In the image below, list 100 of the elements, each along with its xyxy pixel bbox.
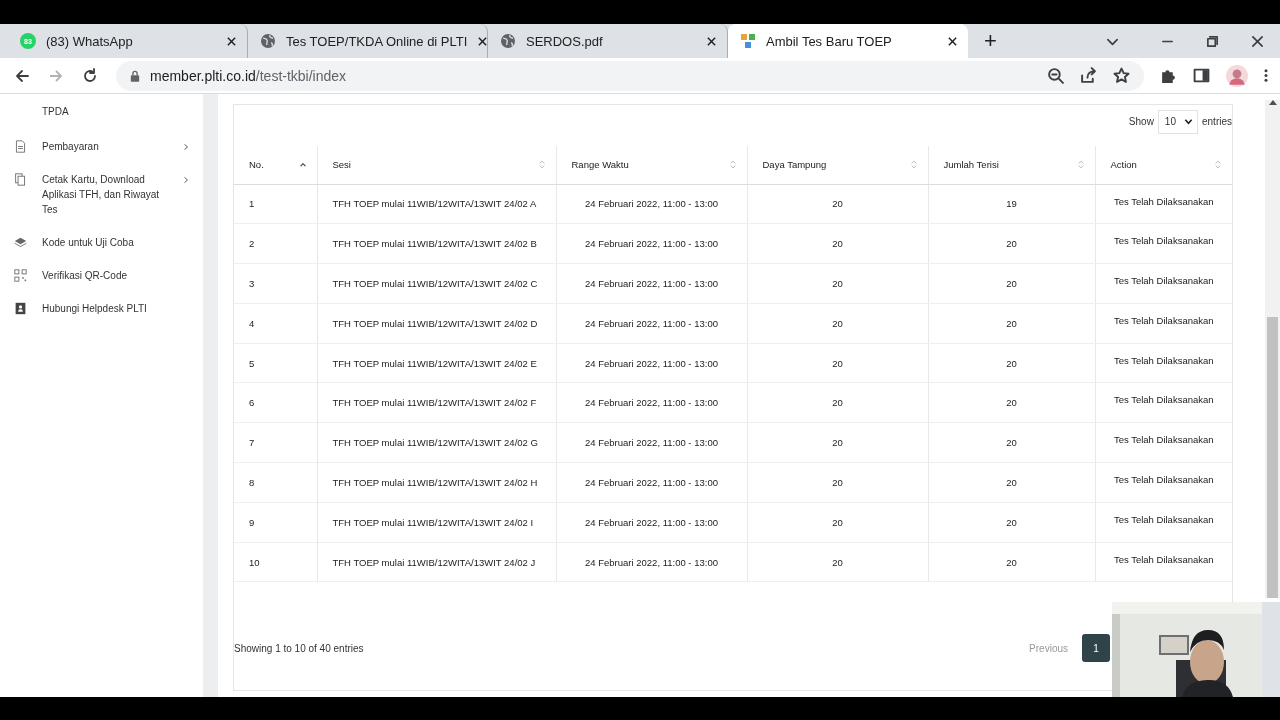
table-cell: TFH TOEP mulai 11WIB/12WITA/13WIT 24/02 I — [317, 502, 556, 543]
table-cell: 20 — [928, 422, 1095, 463]
page-button[interactable]: 1 — [1082, 634, 1110, 662]
layers-icon — [14, 236, 27, 249]
sidebar-item[interactable]: Cetak Kartu, Download Aplikasi TFH, dan Riwayat Tes — [0, 172, 203, 217]
contact-book-icon — [14, 302, 27, 315]
sidebar-item[interactable]: TPDA — [0, 104, 203, 119]
table-cell: 2 — [234, 223, 317, 264]
table-cell: 24 Februari 2022, 11:00 - 13:00 — [556, 542, 747, 582]
length-label: entries — [1202, 116, 1232, 127]
table-cell: TFH TOEP mulai 11WIB/12WITA/13WIT 24/02 H — [317, 462, 556, 503]
column-header[interactable]: Daya Tampung — [747, 146, 928, 184]
table-cell: 20 — [747, 263, 928, 304]
restore-icon[interactable] — [1206, 34, 1219, 48]
table-info: Showing 1 to 10 of 40 entries — [234, 642, 364, 654]
column-header[interactable]: Jumlah Terisi — [928, 146, 1095, 184]
table-cell: 20 — [747, 184, 928, 224]
table-cell: 8 — [234, 462, 317, 503]
avatar-icon[interactable] — [1226, 64, 1248, 87]
column-header[interactable]: Range Waktu — [556, 146, 747, 184]
table-cell: 24 Februari 2022, 11:00 - 13:00 — [556, 422, 747, 463]
zoom-out-icon[interactable] — [1047, 67, 1064, 84]
browser-tab[interactable]: Ambil Tes Baru TOEP — [728, 24, 968, 58]
table-cell: 20 — [928, 383, 1095, 423]
back-icon[interactable] — [14, 67, 30, 84]
table-cell: 24 Februari 2022, 11:00 - 13:00 — [556, 383, 747, 423]
table-cell: TFH TOEP mulai 11WIB/12WITA/13WIT 24/02 J — [317, 542, 556, 582]
table-cell: 24 Februari 2022, 11:00 - 13:00 — [556, 462, 747, 503]
table-cell: 6 — [234, 383, 317, 423]
table-cell: 20 — [928, 303, 1095, 344]
close-icon[interactable] — [1251, 34, 1264, 48]
tiles-icon — [740, 33, 756, 49]
table-cell: 20 — [928, 502, 1095, 543]
table-cell: TFH TOEP mulai 11WIB/12WITA/13WIT 24/02 B — [317, 223, 556, 264]
table-cell: TFH TOEP mulai 11WIB/12WITA/13WIT 24/02 D — [317, 303, 556, 344]
table-cell: 24 Februari 2022, 11:00 - 13:00 — [556, 303, 747, 344]
table-cell: Tes Telah Dilaksanakan — [1095, 184, 1232, 224]
more-icon[interactable] — [1264, 68, 1268, 83]
table-cell: 7 — [234, 422, 317, 463]
table-cell: TFH TOEP mulai 11WIB/12WITA/13WIT 24/02 A — [317, 184, 556, 224]
table-cell: 20 — [747, 303, 928, 344]
copy-icon — [14, 173, 27, 186]
table-cell: 20 — [747, 343, 928, 383]
table-cell: 9 — [234, 502, 317, 543]
close-icon[interactable] — [706, 35, 717, 47]
table-cell: 19 — [928, 184, 1095, 224]
table-cell: 1 — [234, 184, 317, 224]
star-icon[interactable] — [1113, 67, 1130, 84]
scrollbar[interactable] — [1265, 100, 1280, 598]
sidebar-item[interactable]: Pembayaran — [0, 139, 203, 154]
table-cell: 20 — [747, 542, 928, 582]
table-cell: Tes Telah Dilaksanakan — [1095, 263, 1232, 304]
table-cell: 20 — [747, 502, 928, 543]
table-cell: 24 Februari 2022, 11:00 - 13:00 — [556, 184, 747, 224]
close-icon[interactable] — [226, 35, 237, 47]
length-label: Show — [1128, 116, 1154, 127]
puzzle-icon[interactable] — [1160, 67, 1177, 84]
table-cell: Tes Telah Dilaksanakan — [1095, 422, 1232, 463]
table-cell: Tes Telah Dilaksanakan — [1095, 343, 1232, 383]
share-icon[interactable] — [1080, 67, 1097, 84]
column-header[interactable]: Action — [1095, 146, 1232, 184]
table-cell: 5 — [234, 343, 317, 383]
table-cell: 24 Februari 2022, 11:00 - 13:00 — [556, 343, 747, 383]
side-panel-icon[interactable] — [1193, 67, 1210, 84]
column-header[interactable]: No. — [234, 146, 317, 184]
table-cell: Tes Telah Dilaksanakan — [1095, 542, 1232, 582]
table-cell: TFH TOEP mulai 11WIB/12WITA/13WIT 24/02 C — [317, 263, 556, 304]
table-cell: 4 — [234, 303, 317, 344]
column-header[interactable]: Sesi — [317, 146, 556, 184]
table-cell: Tes Telah Dilaksanakan — [1095, 502, 1232, 543]
table-cell: 20 — [928, 263, 1095, 304]
reload-icon[interactable] — [82, 67, 98, 84]
table-cell: Tes Telah Dilaksanakan — [1095, 462, 1232, 503]
globe-icon — [260, 33, 276, 49]
close-icon[interactable] — [477, 35, 489, 47]
table-cell: 20 — [928, 542, 1095, 582]
table-cell: 3 — [234, 263, 317, 304]
table-cell: 10 — [234, 542, 317, 582]
new-tab-button[interactable]: + — [974, 24, 1007, 58]
document-icon — [14, 140, 27, 153]
lock-icon — [130, 69, 140, 82]
chevron-down-icon — [1184, 117, 1193, 126]
sidebar-item[interactable]: Kode untuk Uji Coba — [0, 235, 203, 250]
table-cell: 20 — [747, 462, 928, 503]
table-cell: TFH TOEP mulai 11WIB/12WITA/13WIT 24/02 G — [317, 422, 556, 463]
sidebar-item[interactable]: Verifikasi QR-Code — [0, 268, 203, 283]
table-cell: 24 Februari 2022, 11:00 - 13:00 — [556, 502, 747, 543]
table-cell: 20 — [928, 343, 1095, 383]
table-cell: Tes Telah Dilaksanakan — [1095, 383, 1232, 423]
close-icon[interactable] — [947, 35, 958, 47]
table-cell: Tes Telah Dilaksanakan — [1095, 303, 1232, 344]
sidebar-item[interactable]: Hubungi Helpdesk PLTI — [0, 301, 203, 316]
entries-select[interactable]: 10 — [1157, 109, 1198, 134]
address-field[interactable]: member.plti.co.id/test-tkbi/index — [116, 60, 1144, 91]
table-cell: 20 — [928, 462, 1095, 503]
table-cell: 24 Februari 2022, 11:00 - 13:00 — [556, 263, 747, 304]
table-cell: 20 — [747, 383, 928, 423]
table-cell: 20 — [747, 223, 928, 264]
globe-icon — [500, 33, 516, 49]
table-cell: Tes Telah Dilaksanakan — [1095, 223, 1232, 264]
